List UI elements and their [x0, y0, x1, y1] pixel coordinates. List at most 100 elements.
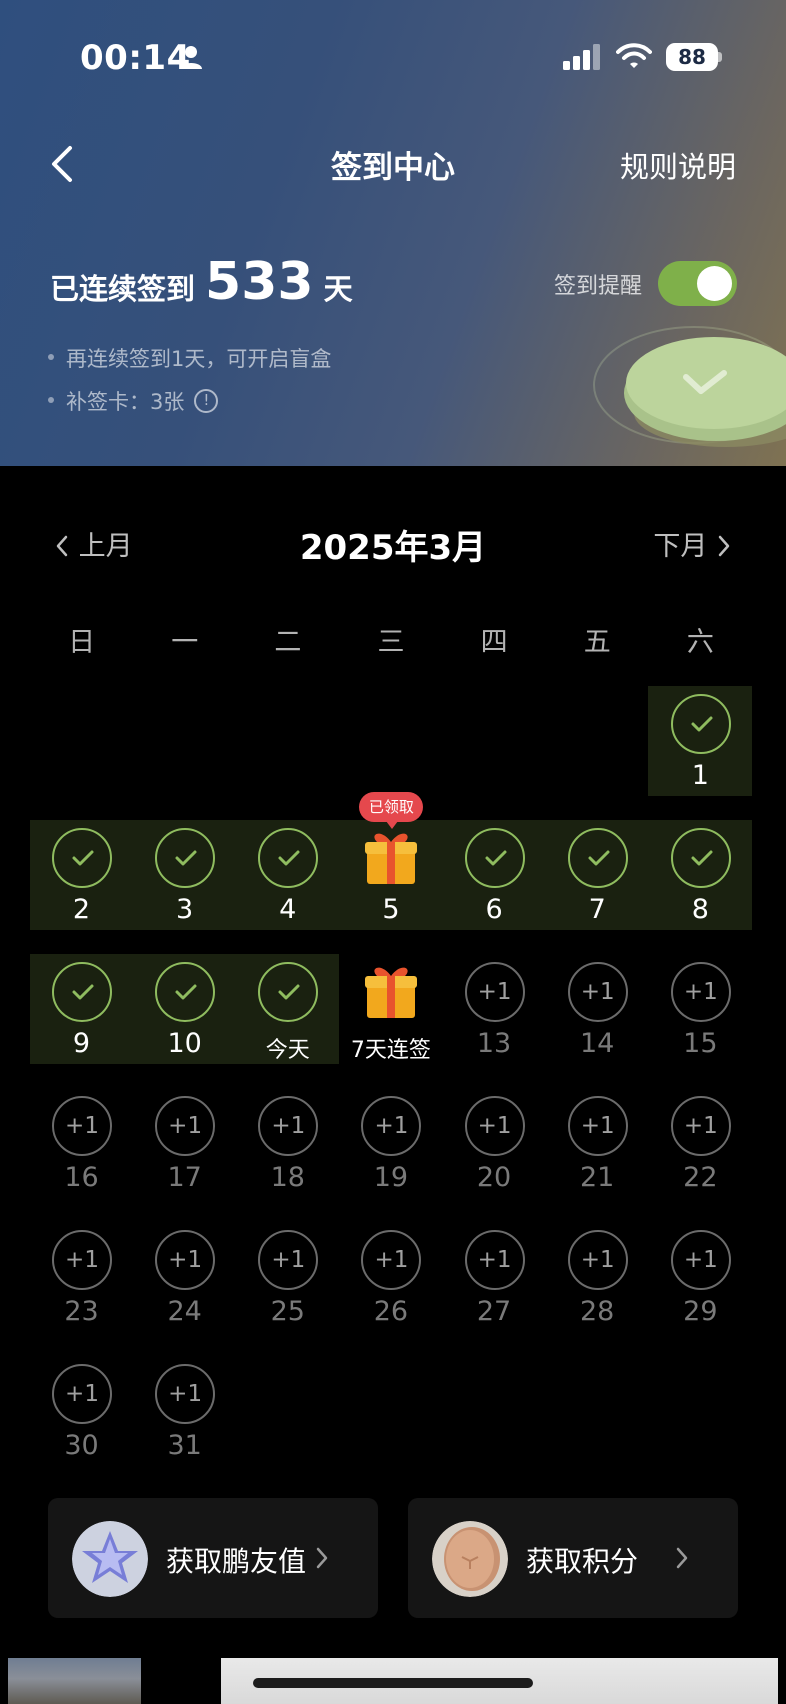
- status-bar: 00:14 88: [0, 0, 786, 110]
- day-label: 13: [476, 1028, 512, 1059]
- day-label: 24: [167, 1296, 202, 1327]
- weekday-label: 日: [68, 627, 96, 658]
- wifi-icon: [616, 43, 652, 68]
- calendar-day[interactable]: 8: [649, 820, 752, 940]
- gift-box-icon: [365, 967, 418, 1018]
- day-label: 20: [476, 1162, 512, 1193]
- crystal-star-icon: [72, 1521, 148, 1597]
- calendar-day[interactable]: +1 27: [443, 1222, 546, 1342]
- plus-one-circle: +1: [361, 1096, 422, 1156]
- reminder-label: 签到提醒: [554, 274, 643, 299]
- plus-one-circle: +1: [567, 1096, 628, 1156]
- day-label: 19: [373, 1162, 409, 1193]
- plus-one-circle: +1: [464, 1096, 525, 1156]
- makeup-card-text: 补签卡：3张: [66, 390, 185, 414]
- get-credits-card[interactable]: 获取积分: [408, 1498, 738, 1618]
- calendar-day[interactable]: +1 26: [339, 1222, 442, 1342]
- plus-one-circle: +1: [670, 1230, 731, 1290]
- checked-circle: [670, 694, 731, 754]
- calendar-day[interactable]: 4: [236, 820, 339, 940]
- plus-one-circle: +1: [155, 1364, 216, 1424]
- day-label: 7: [588, 894, 606, 925]
- claimed-badge: 已领取: [359, 792, 424, 829]
- checked-circle: [52, 828, 112, 888]
- header-banner: 00:14 88 签到中心 规则说明 已连续签到 533 天 再连续签到1天，可开启…: [0, 0, 786, 466]
- calendar-day[interactable]: +1 30: [30, 1356, 133, 1476]
- calendar-day[interactable]: +1 16: [30, 1088, 133, 1208]
- day-label: 25: [270, 1296, 305, 1327]
- calendar-day[interactable]: 9: [30, 954, 133, 1074]
- day-label: 30: [64, 1430, 99, 1461]
- home-indicator[interactable]: [253, 1678, 533, 1688]
- get-peng-points-label: 获取鹏友值: [166, 1545, 307, 1578]
- day-label: 今天: [265, 1038, 310, 1063]
- calendar-day[interactable]: 7: [546, 820, 649, 940]
- calendar-day[interactable]: 7天连签: [339, 954, 442, 1074]
- calendar-day[interactable]: +1 17: [133, 1088, 236, 1208]
- streak-reward-label: 7天连签: [350, 1038, 431, 1063]
- day-label: 9: [72, 1028, 91, 1059]
- info-icon[interactable]: !: [194, 389, 219, 413]
- next-month-button[interactable]: 下月: [653, 524, 732, 563]
- calendar-day[interactable]: +1 22: [649, 1088, 752, 1208]
- streak-days: 533: [205, 252, 314, 312]
- day-label: 10: [167, 1028, 202, 1059]
- plus-one-circle: +1: [464, 1230, 525, 1290]
- gift-box-icon: [365, 833, 418, 884]
- blind-box-hint-text: 再连续签到1天，可开启盲盒: [66, 347, 332, 371]
- preview-thumbnail[interactable]: [8, 1658, 141, 1704]
- day-label: 22: [683, 1162, 718, 1193]
- streak-suffix: 天: [323, 272, 353, 306]
- plus-one-circle: +1: [670, 1096, 731, 1156]
- day-label: 21: [580, 1162, 615, 1193]
- weekday-label: 一: [171, 627, 199, 658]
- cellular-signal-icon: [563, 44, 600, 70]
- weekday-label: 五: [583, 627, 611, 658]
- day-label: 5: [382, 894, 400, 925]
- calendar-day[interactable]: +1 24: [133, 1222, 236, 1342]
- toggle-knob: [697, 266, 732, 301]
- coin-icon: [432, 1521, 508, 1597]
- calendar-day[interactable]: 已领取 5: [339, 792, 442, 940]
- calendar-day[interactable]: +1 15: [649, 954, 752, 1074]
- weekday-label: 三: [377, 627, 405, 658]
- calendar-day[interactable]: +1 28: [546, 1222, 649, 1342]
- get-peng-points-card[interactable]: 获取鹏友值: [48, 1498, 378, 1618]
- calendar-day[interactable]: +1 20: [443, 1088, 546, 1208]
- calendar-day[interactable]: +1 13: [443, 954, 546, 1074]
- calendar-day[interactable]: 3: [133, 820, 236, 940]
- calendar-day[interactable]: +1 29: [649, 1222, 752, 1342]
- battery-level: 88: [666, 43, 718, 71]
- rules-link[interactable]: 规则说明: [620, 144, 736, 186]
- plus-one-circle: +1: [52, 1230, 112, 1290]
- weekday-label: 二: [274, 627, 302, 658]
- day-label: 18: [270, 1162, 305, 1193]
- reminder-toggle[interactable]: [658, 261, 737, 306]
- day-label: 8: [691, 894, 709, 925]
- chevron-right-icon: [316, 1547, 328, 1569]
- calendar-day[interactable]: 1: [649, 686, 752, 806]
- calendar-day[interactable]: +1 25: [236, 1222, 339, 1342]
- day-label: 3: [176, 894, 194, 925]
- calendar-day[interactable]: 2: [30, 820, 133, 940]
- calendar-day[interactable]: 今天: [236, 954, 339, 1074]
- next-month-label: 下月: [653, 531, 708, 562]
- day-label: 6: [485, 894, 503, 925]
- checked-circle: [52, 962, 112, 1022]
- checked-circle: [670, 828, 731, 888]
- calendar-day[interactable]: +1 31: [133, 1356, 236, 1476]
- checked-circle: [155, 828, 216, 888]
- calendar-day[interactable]: +1 14: [546, 954, 649, 1074]
- calendar-day[interactable]: +1 19: [339, 1088, 442, 1208]
- calendar-day[interactable]: +1 21: [546, 1088, 649, 1208]
- get-credits-label: 获取积分: [526, 1545, 639, 1578]
- day-label: 15: [683, 1028, 718, 1059]
- calendar-day[interactable]: +1 23: [30, 1222, 133, 1342]
- day-label: 1: [691, 760, 709, 791]
- calendar-day[interactable]: 6: [443, 820, 546, 940]
- calendar-day[interactable]: 10: [133, 954, 236, 1074]
- chevron-right-icon: [718, 535, 730, 556]
- calendar-day[interactable]: +1 18: [236, 1088, 339, 1208]
- day-label: 4: [279, 894, 297, 925]
- plus-one-circle: +1: [52, 1364, 112, 1424]
